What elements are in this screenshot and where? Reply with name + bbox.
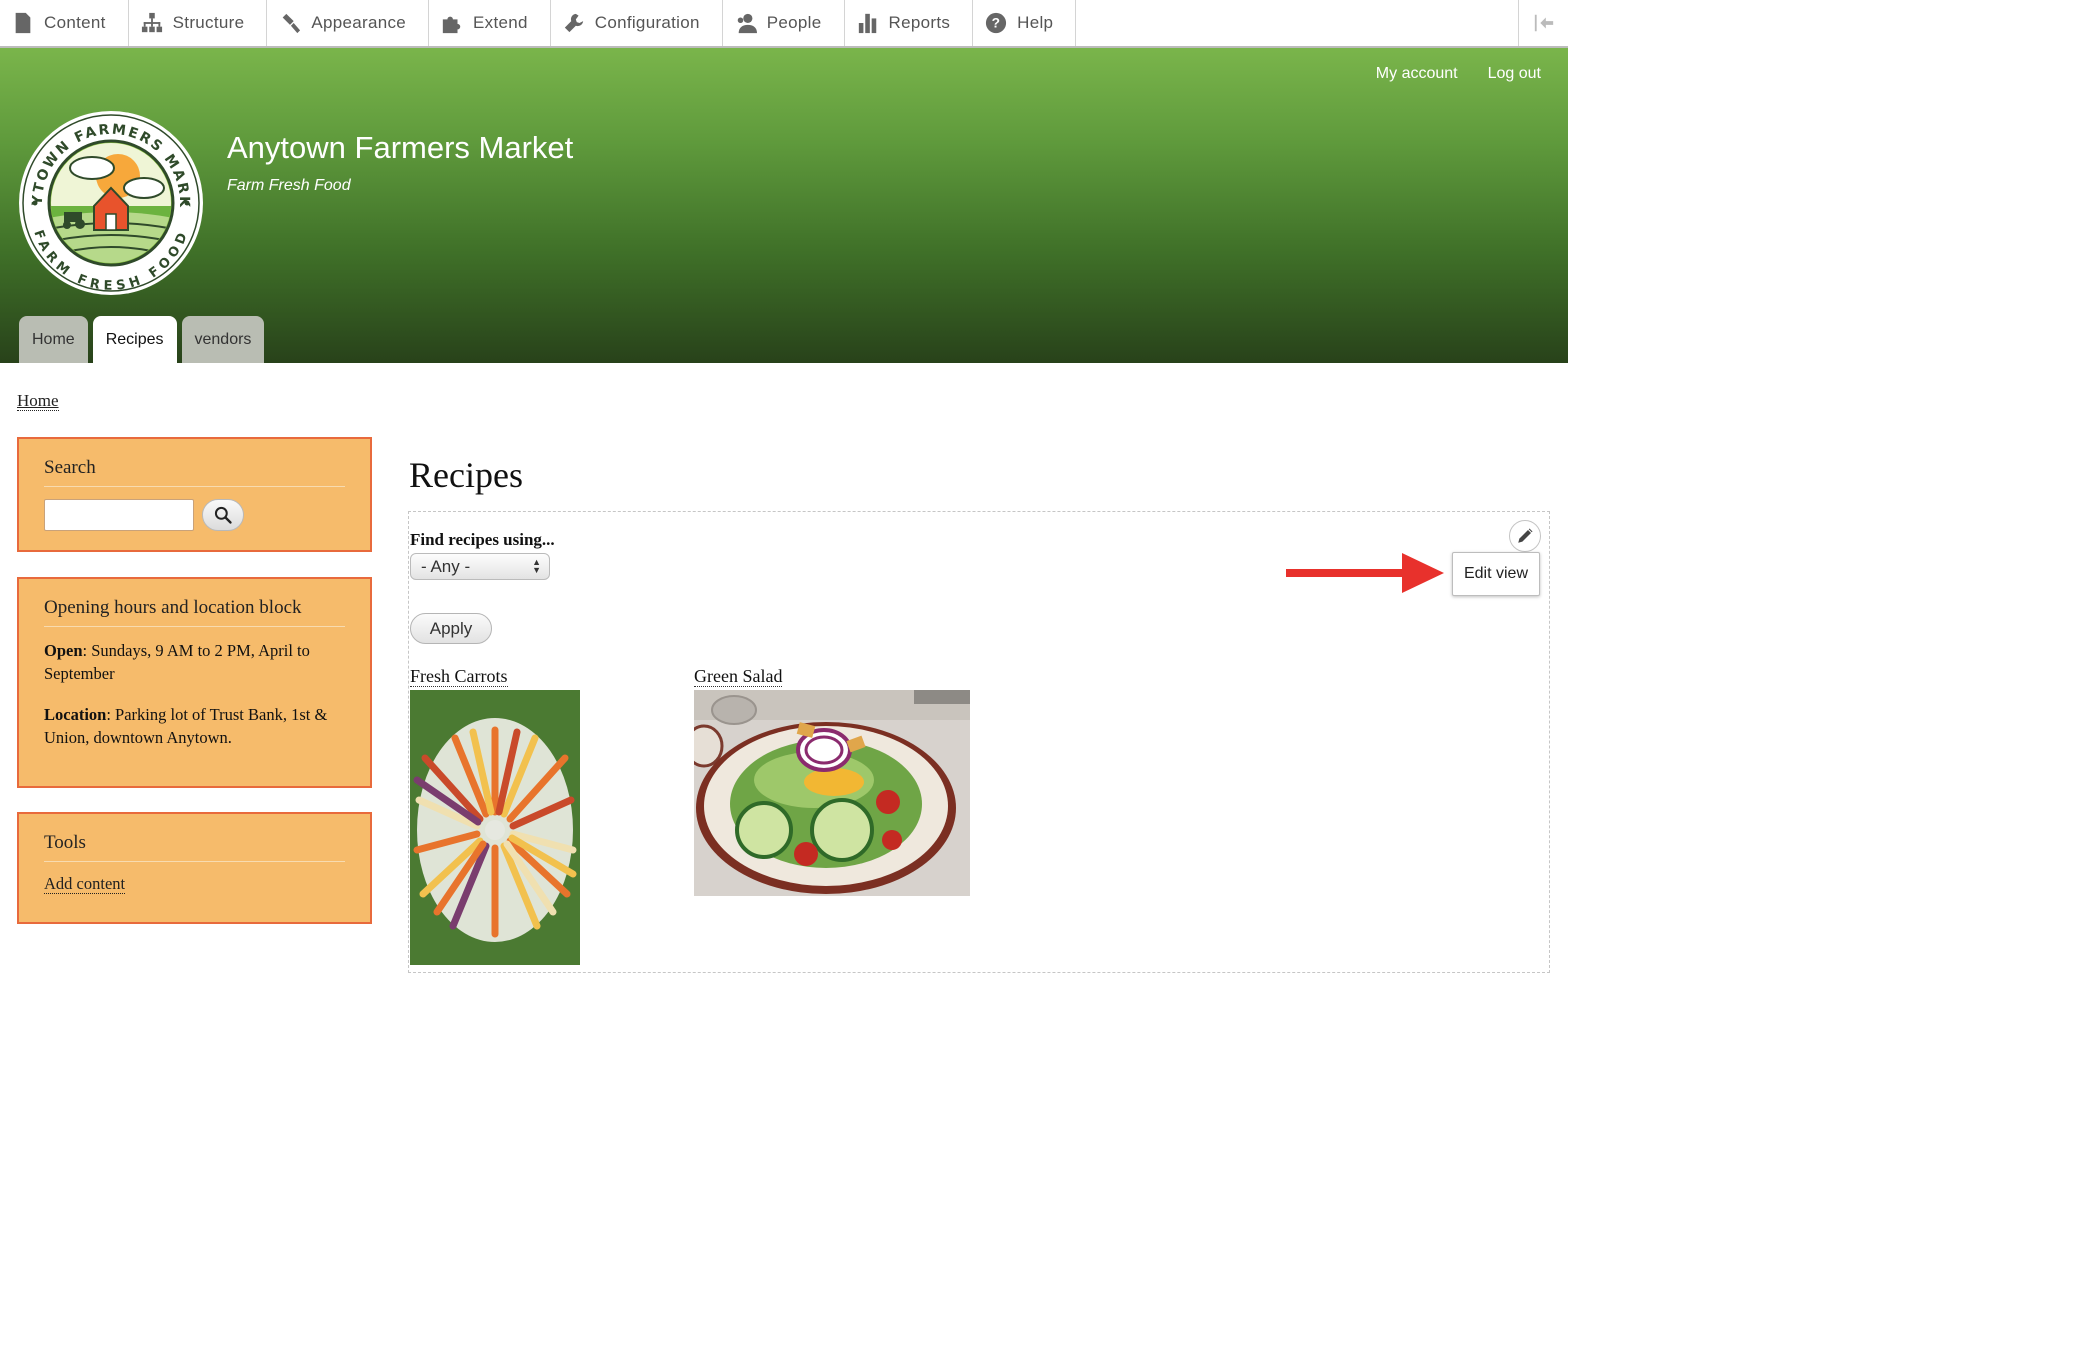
toolbar-structure[interactable]: Structure bbox=[129, 0, 268, 46]
search-block-title: Search bbox=[44, 457, 345, 487]
contextual-links-button[interactable] bbox=[1509, 520, 1541, 552]
opening-hours: Open: Sundays, 9 AM to 2 PM, April to Se… bbox=[44, 639, 345, 685]
tools-block: Tools Add content bbox=[17, 812, 372, 924]
select-value: - Any - bbox=[421, 557, 471, 576]
select-arrows-icon: ▲ ▼ bbox=[532, 557, 541, 575]
apply-button[interactable]: Apply bbox=[410, 613, 492, 644]
toolbar-label: Help bbox=[1017, 13, 1054, 32]
site-name[interactable]: Anytown Farmers Market bbox=[227, 130, 573, 166]
add-content-link[interactable]: Add content bbox=[44, 874, 126, 894]
hours-block: Opening hours and location block Open: S… bbox=[17, 577, 372, 788]
wrench-icon bbox=[563, 12, 585, 34]
main-navigation: Home Recipes vendors bbox=[19, 316, 265, 363]
site-logo[interactable]: ANYTOWN FARMERS MARKET FARM FRESH FOOD bbox=[18, 110, 204, 296]
search-block: Search bbox=[17, 437, 372, 552]
my-account-link[interactable]: My account bbox=[1376, 65, 1458, 83]
page-title: Recipes bbox=[409, 455, 523, 495]
toolbar-label: Reports bbox=[888, 13, 951, 32]
sitemap-icon bbox=[141, 12, 163, 34]
fresh-carrots-image[interactable] bbox=[410, 690, 580, 965]
recipe-title-green-salad[interactable]: Green Salad bbox=[694, 667, 783, 687]
location-label: Location bbox=[44, 705, 107, 724]
open-text: : Sundays, 9 AM to 2 PM, April to Septem… bbox=[44, 641, 310, 683]
collapse-sidebar-icon bbox=[1534, 14, 1553, 32]
toolbar-label: Extend bbox=[473, 13, 528, 32]
hours-block-title: Opening hours and location block bbox=[44, 597, 345, 627]
logout-link[interactable]: Log out bbox=[1488, 65, 1541, 83]
open-label: Open bbox=[44, 641, 83, 660]
file-icon bbox=[12, 12, 34, 34]
toolbar-label: Structure bbox=[172, 13, 245, 32]
people-icon bbox=[735, 12, 757, 34]
search-button[interactable] bbox=[202, 499, 244, 531]
ingredient-select[interactable]: - Any - ▲ ▼ bbox=[410, 553, 550, 580]
green-salad-image[interactable] bbox=[694, 690, 970, 896]
toolbar-appearance[interactable]: Appearance bbox=[267, 0, 430, 46]
edit-view-button[interactable]: Edit view bbox=[1452, 552, 1540, 596]
bar-chart-icon bbox=[857, 12, 879, 34]
site-header: My account Log out ANYTOWN FARMERS MARKE… bbox=[0, 48, 1568, 363]
user-menu: My account Log out bbox=[1376, 65, 1541, 83]
toolbar-label: Content bbox=[44, 13, 106, 32]
toolbar-help[interactable]: ? Help bbox=[973, 0, 1077, 46]
site-slogan: Farm Fresh Food bbox=[227, 177, 351, 194]
tools-block-title: Tools bbox=[44, 832, 345, 862]
filter-label: Find recipes using... bbox=[410, 530, 555, 549]
toolbar-extend[interactable]: Extend bbox=[429, 0, 551, 46]
toolbar-reports[interactable]: Reports bbox=[845, 0, 974, 46]
search-input[interactable] bbox=[44, 499, 194, 531]
svg-text:?: ? bbox=[992, 16, 1001, 31]
toolbar-configuration[interactable]: Configuration bbox=[551, 0, 723, 46]
search-icon bbox=[214, 506, 232, 524]
breadcrumb-home[interactable]: Home bbox=[17, 391, 59, 411]
tab-home[interactable]: Home bbox=[19, 316, 88, 363]
toolbar-label: Appearance bbox=[311, 13, 407, 32]
location: Location: Parking lot of Trust Bank, 1st… bbox=[44, 703, 345, 749]
toolbar-people[interactable]: People bbox=[723, 0, 845, 46]
help-icon: ? bbox=[985, 12, 1007, 34]
pencil-icon bbox=[1518, 528, 1533, 543]
toolbar-label: People bbox=[766, 13, 822, 32]
puzzle-icon bbox=[441, 12, 463, 34]
admin-toolbar: Content Structure Appearance Extend Conf… bbox=[0, 0, 1568, 48]
tab-vendors[interactable]: vendors bbox=[181, 316, 265, 363]
paint-icon bbox=[279, 12, 301, 34]
toolbar-content[interactable]: Content bbox=[0, 0, 129, 46]
recipe-title-fresh-carrots[interactable]: Fresh Carrots bbox=[410, 667, 508, 687]
tab-recipes[interactable]: Recipes bbox=[92, 316, 177, 363]
annotation-arrow-icon bbox=[1286, 553, 1444, 593]
collapse-sidebar-button[interactable] bbox=[1518, 0, 1568, 46]
toolbar-label: Configuration bbox=[594, 13, 700, 32]
